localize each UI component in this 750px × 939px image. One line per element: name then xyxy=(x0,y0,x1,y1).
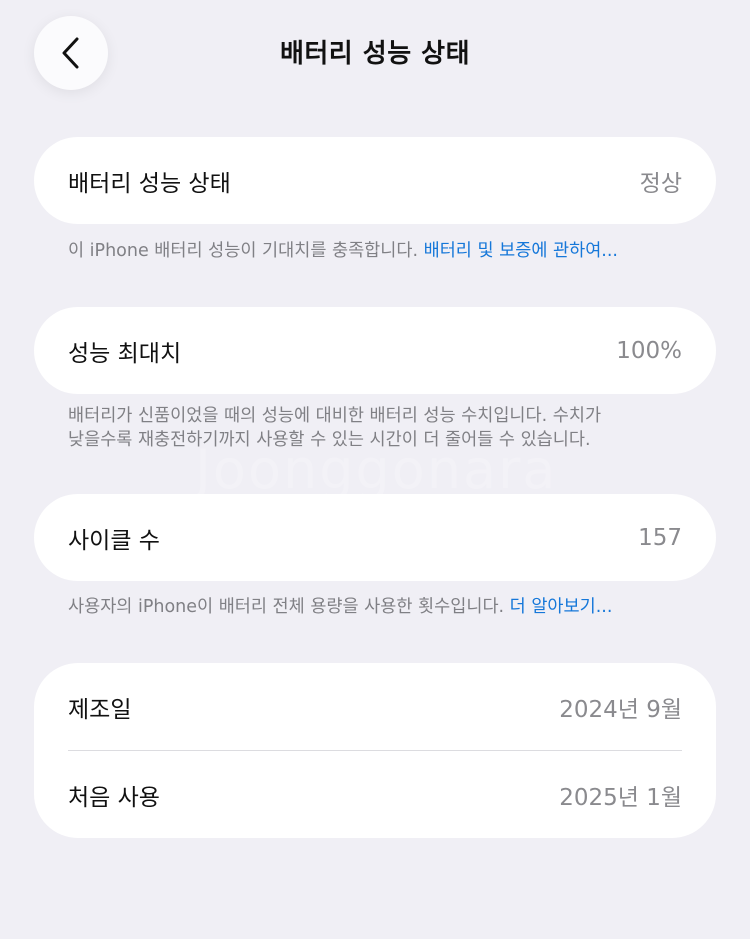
manufacture-date-row: 제조일 2024년 9월 xyxy=(34,663,716,750)
cycle-count-note-text: 사용자의 iPhone이 배터리 전체 용량을 사용한 횟수입니다. xyxy=(68,597,510,617)
battery-health-row: 배터리 성능 상태 정상 xyxy=(34,137,716,224)
max-capacity-note: 배터리가 신품이었을 때의 성능에 대비한 배터리 성능 수치입니다. 수치가 … xyxy=(68,404,688,452)
first-use-row: 처음 사용 2025년 1월 xyxy=(34,751,716,838)
battery-health-label: 배터리 성능 상태 xyxy=(68,170,231,197)
cycle-count-label: 사이클 수 xyxy=(68,527,160,554)
max-capacity-card: 성능 최대치 100% xyxy=(34,307,716,394)
cycle-count-row: 사이클 수 157 xyxy=(34,494,716,581)
battery-health-card: 배터리 성능 상태 정상 xyxy=(34,137,716,224)
max-capacity-note-line2: 낮을수록 재충전하기까지 사용할 수 있는 시간이 더 줄어들 수 있습니다. xyxy=(68,430,591,450)
battery-health-value: 정상 xyxy=(639,170,682,197)
cycle-count-value: 157 xyxy=(638,524,682,551)
battery-health-note-text: 이 iPhone 배터리 성능이 기대치를 충족합니다. xyxy=(68,241,424,261)
page-title: 배터리 성능 상태 xyxy=(279,39,471,69)
max-capacity-note-line1: 배터리가 신품이었을 때의 성능에 대비한 배터리 성능 수치입니다. 수치가 xyxy=(68,406,602,426)
cycle-count-note: 사용자의 iPhone이 배터리 전체 용량을 사용한 횟수입니다. 더 알아보… xyxy=(68,595,688,619)
manufacture-date-value: 2024년 9월 xyxy=(559,696,682,723)
max-capacity-row: 성능 최대치 100% xyxy=(34,307,716,394)
max-capacity-value: 100% xyxy=(616,337,682,364)
first-use-label: 처음 사용 xyxy=(68,784,160,811)
battery-warranty-link[interactable]: 배터리 및 보증에 관하여... xyxy=(424,241,618,261)
dates-card: 제조일 2024년 9월 처음 사용 2025년 1월 xyxy=(34,663,716,838)
manufacture-date-label: 제조일 xyxy=(68,696,132,723)
learn-more-link[interactable]: 더 알아보기... xyxy=(510,597,613,617)
first-use-value: 2025년 1월 xyxy=(559,784,682,811)
max-capacity-label: 성능 최대치 xyxy=(68,340,182,367)
battery-health-note: 이 iPhone 배터리 성능이 기대치를 충족합니다. 배터리 및 보증에 관… xyxy=(68,239,688,263)
cycle-count-card: 사이클 수 157 xyxy=(34,494,716,581)
